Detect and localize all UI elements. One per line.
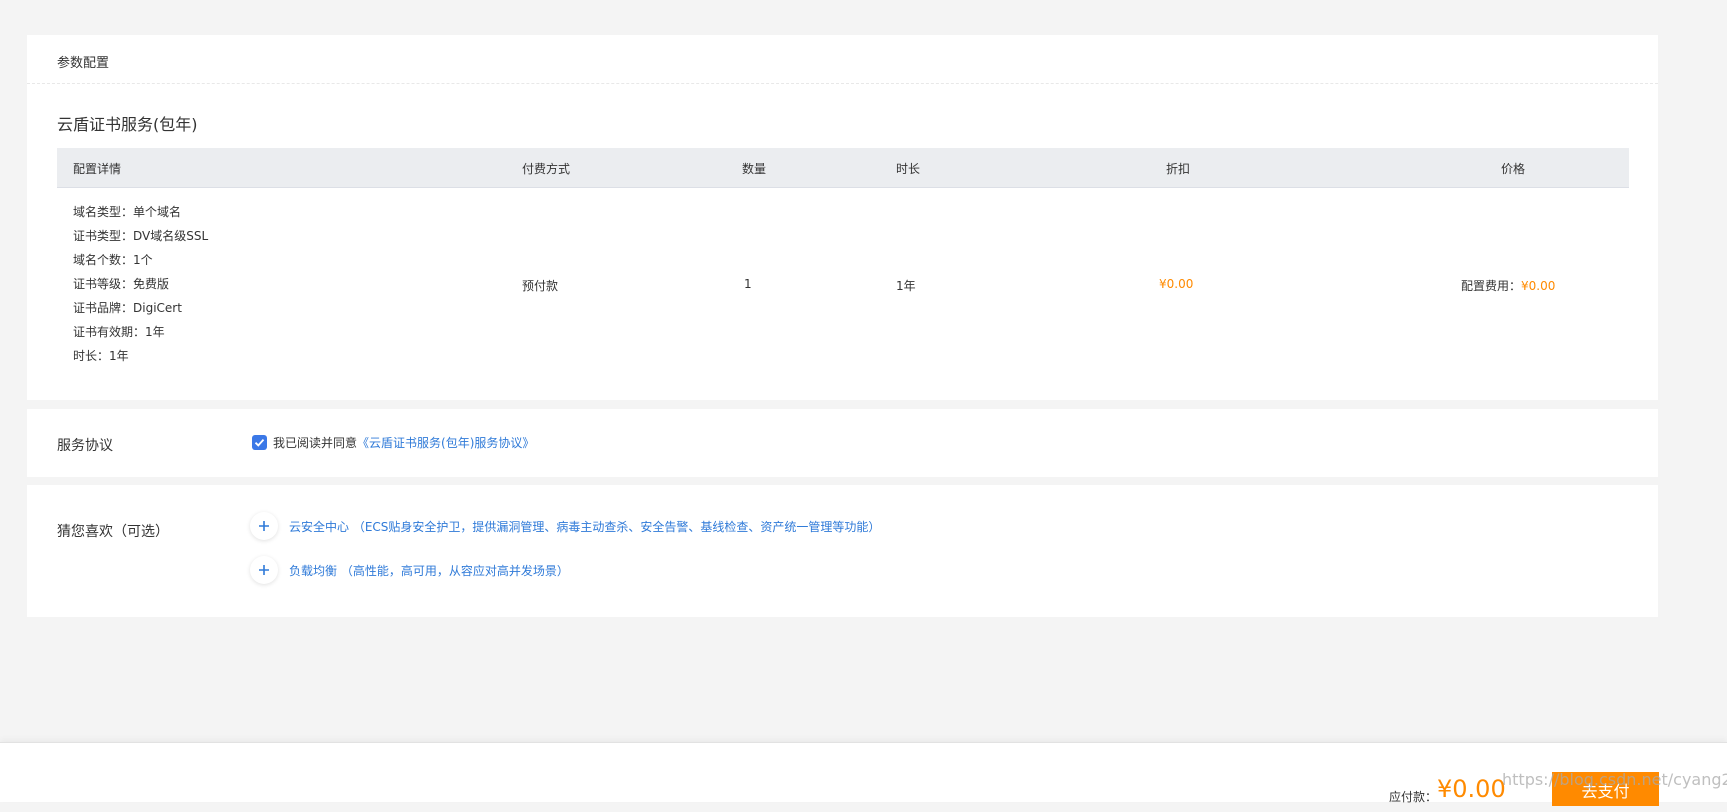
agreement-panel: 服务协议 我已阅读并同意 《云盾证书服务(包年)服务协议》	[27, 409, 1658, 477]
header-duration: 时长	[896, 162, 921, 176]
header-config-detail: 配置详情	[73, 162, 122, 176]
detail-duration: 时长：1年	[73, 349, 129, 363]
detail-domain-count: 域名个数：1个	[73, 253, 153, 267]
recommend-item-label[interactable]: 负载均衡 （高性能，高可用，从容应对高并发场景）	[289, 562, 569, 579]
table-row: 域名类型：单个域名 证书类型：DV域名级SSL 域名个数：1个 证书等级：免费版…	[57, 188, 1629, 416]
watermark: https://blog.csdn.net/cyang233	[1502, 770, 1727, 789]
checkout-bar: 应付款： ¥0.00 去支付	[0, 742, 1727, 806]
table-header: 配置详情 付费方式 数量 时长 折扣 价格	[57, 148, 1629, 188]
plus-icon[interactable]	[250, 512, 278, 540]
agreement-row: 我已阅读并同意 《云盾证书服务(包年)服务协议》	[252, 434, 534, 451]
config-panel: 参数配置 云盾证书服务(包年) 配置详情 付费方式 数量 时长 折扣 价格 域名…	[27, 35, 1658, 416]
header-payment: 付费方式	[522, 162, 571, 176]
detail-domain-type: 域名类型：单个域名	[73, 205, 182, 219]
agreement-text: 我已阅读并同意	[273, 436, 358, 450]
recommend-item-security-center[interactable]: 云安全中心 （ECS贴身安全护卫，提供漏洞管理、病毒主动查杀、安全告警、基线检查…	[250, 512, 880, 540]
price-value: ¥0.00	[1521, 279, 1556, 293]
discount-value: ¥0.00	[1159, 277, 1194, 291]
recommend-panel: 猜您喜欢（可选） 云安全中心 （ECS贴身安全护卫，提供漏洞管理、病毒主动查杀、…	[27, 485, 1658, 617]
header-discount: 折扣	[1166, 162, 1191, 176]
plus-icon[interactable]	[250, 556, 278, 584]
config-details: 域名类型：单个域名 证书类型：DV域名级SSL 域名个数：1个 证书等级：免费版…	[73, 200, 208, 368]
agreement-checkbox[interactable]	[252, 435, 267, 450]
detail-cert-brand: 证书品牌：DigiCert	[73, 301, 182, 315]
recommend-item-load-balancer[interactable]: 负载均衡 （高性能，高可用，从容应对高并发场景）	[250, 556, 569, 584]
agreement-link[interactable]: 《云盾证书服务(包年)服务协议》	[357, 434, 534, 451]
price-cell: 配置费用：¥0.00	[1461, 277, 1555, 294]
divider	[27, 83, 1658, 84]
amount-due-value: ¥0.00	[1437, 775, 1506, 803]
duration-value: 1年	[896, 279, 916, 293]
header-quantity: 数量	[742, 162, 767, 176]
detail-cert-type: 证书类型：DV域名级SSL	[73, 229, 209, 243]
price-label: 配置费用：	[1461, 279, 1522, 293]
payment-value: 预付款	[522, 279, 559, 293]
section-title: 参数配置	[57, 56, 110, 71]
quantity-value: 1	[744, 277, 752, 291]
recommend-label: 猜您喜欢（可选）	[57, 524, 169, 540]
agreement-label: 服务协议	[57, 438, 113, 454]
header-price: 价格	[1501, 162, 1526, 176]
detail-cert-validity: 证书有效期：1年	[73, 325, 165, 339]
recommend-item-label[interactable]: 云安全中心 （ECS贴身安全护卫，提供漏洞管理、病毒主动查杀、安全告警、基线检查…	[289, 518, 880, 535]
amount-due-label: 应付款：	[1389, 790, 1438, 804]
detail-cert-level: 证书等级：免费版	[73, 277, 170, 291]
product-title: 云盾证书服务(包年)	[57, 115, 198, 134]
check-icon	[254, 438, 265, 447]
